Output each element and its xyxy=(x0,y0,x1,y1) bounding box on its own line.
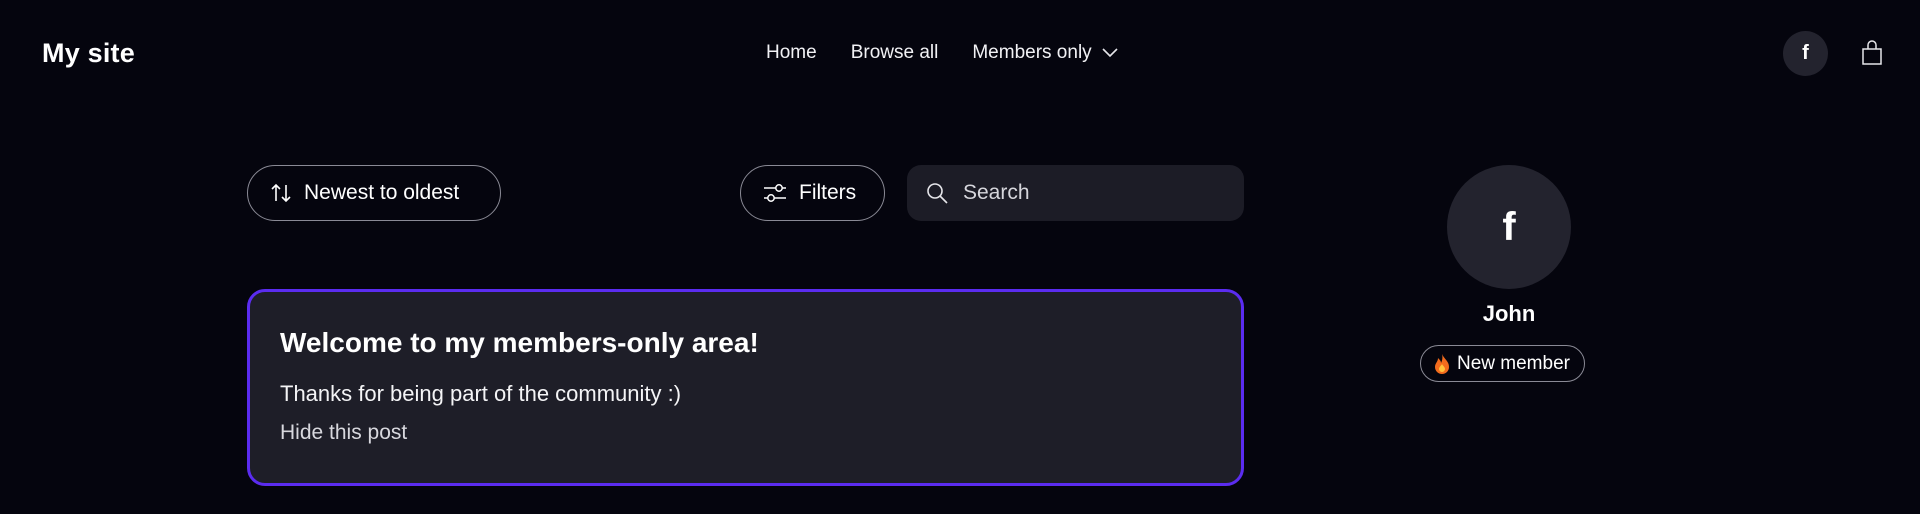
nav-item-members-only[interactable]: Members only xyxy=(972,40,1118,66)
search-icon xyxy=(927,183,948,204)
header-avatar[interactable]: f xyxy=(1783,31,1828,76)
profile-name: John xyxy=(1482,301,1536,326)
shopping-bag-icon[interactable] xyxy=(1860,40,1884,66)
chevron-down-icon xyxy=(1102,48,1118,58)
sort-button-label: Newest to oldest xyxy=(304,181,460,204)
profile-avatar[interactable]: f xyxy=(1447,165,1571,289)
filters-button[interactable]: Filters xyxy=(740,165,885,221)
page: My site Home Browse all Members only f N… xyxy=(0,0,1920,514)
search-box[interactable] xyxy=(907,165,1244,221)
post-body: Thanks for being part of the community :… xyxy=(280,381,682,406)
nav-item-browse-all[interactable]: Browse all xyxy=(851,40,939,66)
sort-arrows-icon xyxy=(271,183,291,203)
hide-post-link[interactable]: Hide this post xyxy=(280,420,1211,446)
member-badge: New member xyxy=(1420,345,1585,382)
filters-button-label: Filters xyxy=(799,181,857,204)
search-input[interactable] xyxy=(963,181,1223,205)
site-title[interactable]: My site xyxy=(42,37,135,69)
member-badge-label: New member xyxy=(1457,352,1570,374)
flame-icon xyxy=(1435,353,1449,374)
main-nav: Home Browse all Members only xyxy=(766,40,1118,66)
nav-item-home[interactable]: Home xyxy=(766,40,817,66)
post-title: Welcome to my members-only area! xyxy=(280,327,759,358)
filter-sliders-icon xyxy=(764,184,786,202)
sort-button[interactable]: Newest to oldest xyxy=(247,165,501,221)
nav-item-members-only-label: Members only xyxy=(972,42,1092,63)
post-card: Welcome to my members-only area! Thanks … xyxy=(247,289,1244,486)
